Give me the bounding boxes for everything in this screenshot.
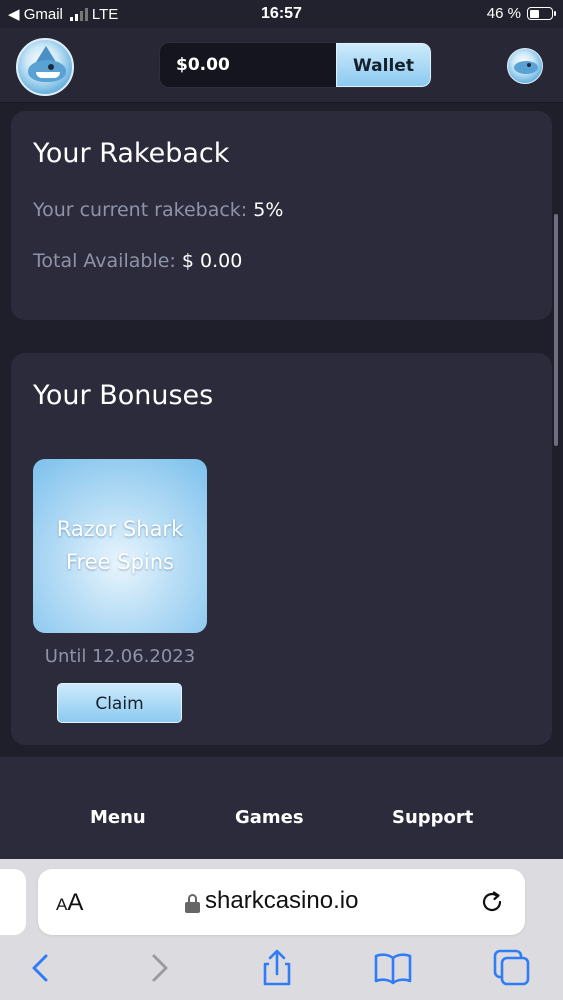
total-available-label: Total Available:: [33, 250, 176, 272]
text-size-small: A: [56, 895, 68, 914]
wallet-button[interactable]: Wallet: [336, 43, 431, 87]
browser-toolbar: AA sharkcasino.io: [0, 859, 563, 1000]
text-size-big: A: [67, 889, 84, 916]
lock-icon: [185, 894, 200, 913]
bookmarks-icon[interactable]: [373, 948, 413, 988]
reload-icon[interactable]: [479, 889, 505, 915]
nav-menu[interactable]: Menu: [90, 807, 146, 828]
scrollbar[interactable]: [554, 214, 558, 446]
current-rakeback: Your current rakeback: 5%: [33, 199, 283, 221]
current-rakeback-value: 5%: [253, 199, 284, 221]
balance-widget: $0.00 Wallet: [159, 42, 432, 88]
avatar[interactable]: [507, 48, 543, 84]
rakeback-card: Your Rakeback Your current rakeback: 5% …: [11, 111, 552, 320]
text-size-button[interactable]: AA: [56, 889, 83, 917]
total-available: Total Available: $ 0.00: [33, 250, 242, 272]
app-screen: ◀ Gmail LTE 16:57 46 % $0.00 Wallet Your…: [0, 0, 563, 1000]
nav-games[interactable]: Games: [235, 807, 304, 828]
bonus-name-line1: Razor Shark: [56, 517, 184, 541]
bonus-expiry: Until 12.06.2023: [44, 646, 196, 667]
address-bar[interactable]: AA sharkcasino.io: [38, 869, 525, 935]
total-available-value: $ 0.00: [181, 250, 243, 272]
nav-support[interactable]: Support: [392, 807, 473, 828]
bonuses-title: Your Bonuses: [33, 380, 214, 411]
clock: 16:57: [261, 5, 302, 22]
tabs-icon[interactable]: [492, 948, 532, 988]
back-icon[interactable]: [22, 948, 62, 988]
status-right: 46 %: [486, 5, 556, 22]
rakeback-title: Your Rakeback: [33, 138, 230, 169]
bottom-nav: Menu Games Support: [0, 757, 563, 859]
share-icon[interactable]: [257, 948, 297, 988]
battery-icon: [527, 7, 556, 20]
battery-percent: 46 %: [486, 5, 521, 22]
status-bar: ◀ Gmail LTE 16:57 46 %: [0, 0, 563, 28]
current-rakeback-label: Your current rakeback:: [33, 199, 248, 221]
bonus-name-line2: Free Spins: [66, 550, 174, 574]
claim-button[interactable]: Claim: [57, 683, 182, 723]
bonuses-card: Your Bonuses Razor Shark Free Spins Unti…: [11, 353, 552, 745]
bonus-tile[interactable]: Razor Shark Free Spins: [33, 459, 207, 633]
url-text: sharkcasino.io: [205, 887, 359, 914]
forward-icon[interactable]: [140, 948, 180, 988]
shark-logo-icon[interactable]: [16, 38, 74, 96]
balance-amount: $0.00: [176, 55, 230, 75]
site-header: $0.00 Wallet: [0, 28, 563, 103]
previous-tab-preview[interactable]: [0, 869, 26, 935]
